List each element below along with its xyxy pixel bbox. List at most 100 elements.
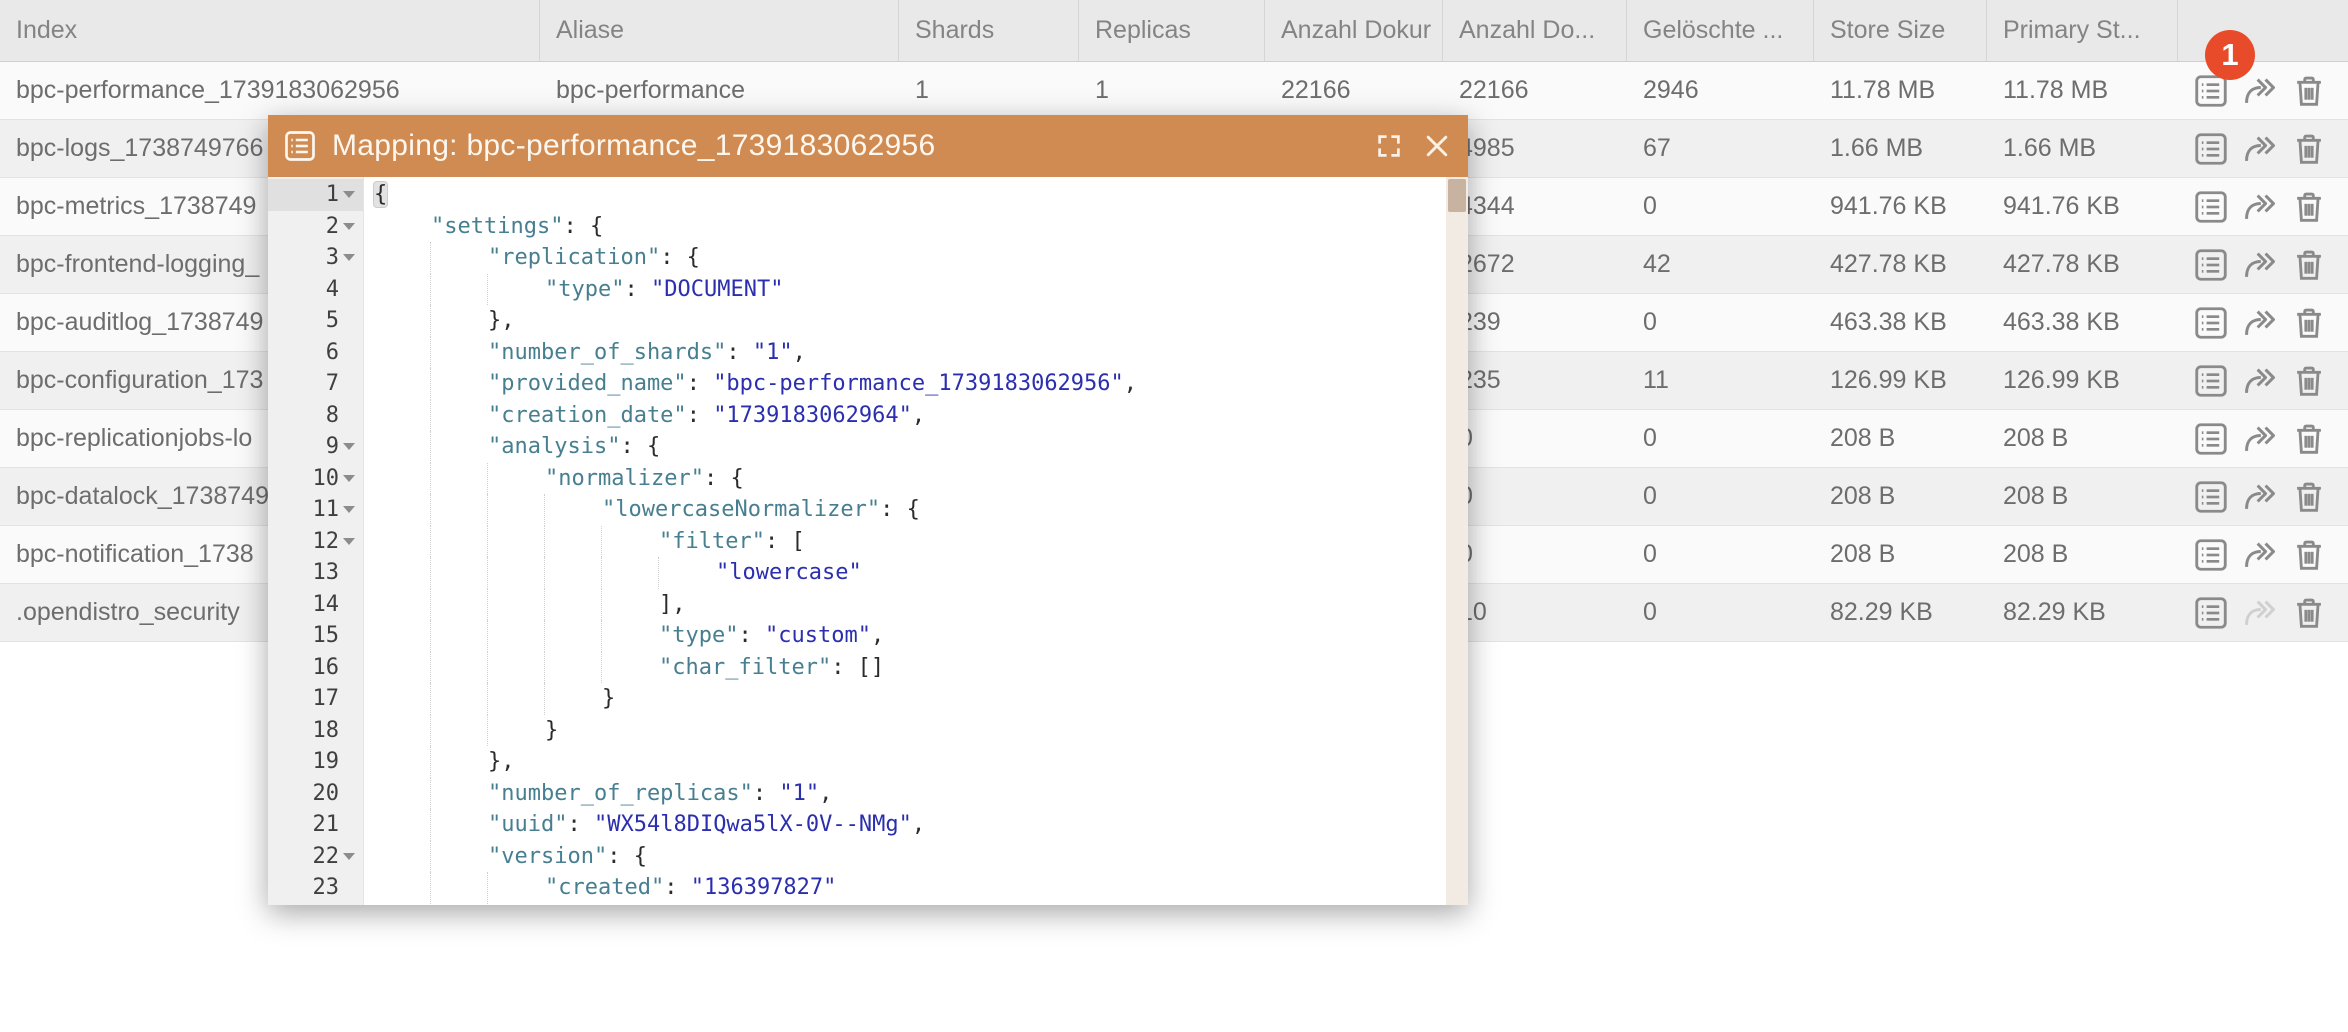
mapping-button[interactable]	[2192, 246, 2230, 284]
gutter-line-number: 8	[268, 400, 363, 432]
indent-guide	[374, 746, 431, 778]
indent-space	[431, 841, 488, 873]
forward-button[interactable]	[2241, 304, 2279, 342]
gutter-line-number: 13	[268, 557, 363, 589]
cell-primary-store: 463.38 KB	[1987, 294, 2178, 351]
forward-button[interactable]	[2241, 478, 2279, 516]
code-line: "replication": {	[374, 242, 1446, 274]
gutter-line-number: 7	[268, 368, 363, 400]
mapping-button[interactable]	[2192, 420, 2230, 458]
fold-toggle-icon[interactable]	[339, 211, 359, 243]
mapping-button[interactable]	[2192, 130, 2230, 168]
mapping-button[interactable]	[2192, 536, 2230, 574]
column-header-anzahl-dokumente-2[interactable]: Anzahl Do...	[1443, 0, 1627, 61]
cell-store-size: 82.29 KB	[1814, 584, 1987, 641]
cell-actions	[2178, 120, 2348, 177]
json-punctuation: ,	[793, 340, 806, 365]
delete-button[interactable]	[2290, 72, 2328, 110]
json-punctuation: : {	[620, 434, 660, 459]
mapping-button[interactable]	[2192, 304, 2230, 342]
indent-guide	[374, 368, 431, 400]
indent-space	[488, 463, 545, 495]
forward-button[interactable]	[2241, 420, 2279, 458]
forward-button[interactable]	[2241, 130, 2279, 168]
column-header-primary-store[interactable]: Primary St...	[1987, 0, 2178, 61]
indent-space	[431, 305, 488, 337]
indent-guide	[374, 400, 431, 432]
forward-button[interactable]	[2241, 72, 2279, 110]
delete-button[interactable]	[2290, 362, 2328, 400]
json-punctuation: :	[687, 371, 714, 396]
fold-toggle-icon[interactable]	[339, 242, 359, 274]
fold-toggle-icon[interactable]	[339, 463, 359, 495]
json-punctuation: :	[664, 875, 691, 900]
indent-space	[488, 715, 545, 747]
json-punctuation: ,	[1124, 371, 1137, 396]
column-header-store-size[interactable]: Store Size	[1814, 0, 1987, 61]
editor-content[interactable]: {"settings": {"replication": {"type": "D…	[364, 177, 1446, 905]
delete-button[interactable]	[2290, 304, 2328, 342]
gutter-line-number: 6	[268, 337, 363, 369]
column-header-actions[interactable]	[2178, 0, 2348, 61]
column-header-index[interactable]: Index	[0, 0, 540, 61]
fold-toggle-icon[interactable]	[339, 841, 359, 873]
gutter-spacer	[339, 715, 359, 747]
delete-button[interactable]	[2290, 188, 2328, 226]
indent-guide	[488, 589, 545, 621]
gutter-line-number: 9	[268, 431, 363, 463]
gutter-line-number: 4	[268, 274, 363, 306]
json-punctuation: :	[624, 277, 651, 302]
indent-guide	[431, 557, 488, 589]
json-key: "number_of_shards"	[488, 340, 726, 365]
json-value: "1"	[779, 781, 819, 806]
indent-guide	[545, 652, 602, 684]
editor-scrollbar[interactable]	[1446, 177, 1468, 905]
scrollbar-thumb[interactable]	[1448, 179, 1466, 212]
forward-button[interactable]	[2241, 536, 2279, 574]
json-punctuation: }	[602, 686, 615, 711]
cell-actions	[2178, 352, 2348, 409]
delete-button[interactable]	[2290, 594, 2328, 632]
cell-anzahl-dokumente-2: 239	[1443, 294, 1627, 351]
cell-store-size: 463.38 KB	[1814, 294, 1987, 351]
forward-button[interactable]	[2241, 362, 2279, 400]
mapping-button[interactable]	[2192, 478, 2230, 516]
delete-button[interactable]	[2290, 246, 2328, 284]
forward-button[interactable]	[2241, 246, 2279, 284]
close-icon[interactable]	[1422, 131, 1452, 161]
mapping-button[interactable]	[2192, 188, 2230, 226]
json-key: "type"	[545, 277, 624, 302]
delete-button[interactable]	[2290, 420, 2328, 458]
delete-button[interactable]	[2290, 478, 2328, 516]
indent-space	[431, 746, 488, 778]
mapping-button[interactable]	[2192, 594, 2230, 632]
fold-toggle-icon[interactable]	[339, 494, 359, 526]
fold-toggle-icon[interactable]	[339, 179, 359, 211]
forward-button[interactable]	[2241, 188, 2279, 226]
column-header-anzahl-dokumente[interactable]: Anzahl Dokur	[1265, 0, 1443, 61]
fold-toggle-icon[interactable]	[339, 526, 359, 558]
json-punctuation: :	[726, 340, 753, 365]
indent-guide	[488, 652, 545, 684]
mapping-button[interactable]	[2192, 362, 2230, 400]
code-line: "version": {	[374, 841, 1446, 873]
cell-anzahl-dokumente-2: 4344	[1443, 178, 1627, 235]
indent-guide	[374, 589, 431, 621]
column-header-aliase[interactable]: Aliase	[540, 0, 899, 61]
column-header-geloeschte[interactable]: Gelöschte ...	[1627, 0, 1814, 61]
code-editor[interactable]: 1234567891011121314151617181920212223 {"…	[268, 177, 1468, 905]
cell-primary-store: 126.99 KB	[1987, 352, 2178, 409]
fold-toggle-icon[interactable]	[339, 431, 359, 463]
column-header-replicas[interactable]: Replicas	[1079, 0, 1265, 61]
cell-actions	[2178, 294, 2348, 351]
cell-geloeschte: 0	[1627, 584, 1814, 641]
indent-space	[431, 368, 488, 400]
delete-button[interactable]	[2290, 130, 2328, 168]
json-value: "136397827"	[691, 875, 837, 900]
column-header-shards[interactable]: Shards	[899, 0, 1079, 61]
dialog-header: Mapping: bpc-performance_1739183062956	[268, 115, 1468, 177]
indent-guide	[374, 526, 431, 558]
indent-guide	[545, 526, 602, 558]
delete-button[interactable]	[2290, 536, 2328, 574]
expand-icon[interactable]	[1374, 131, 1404, 161]
